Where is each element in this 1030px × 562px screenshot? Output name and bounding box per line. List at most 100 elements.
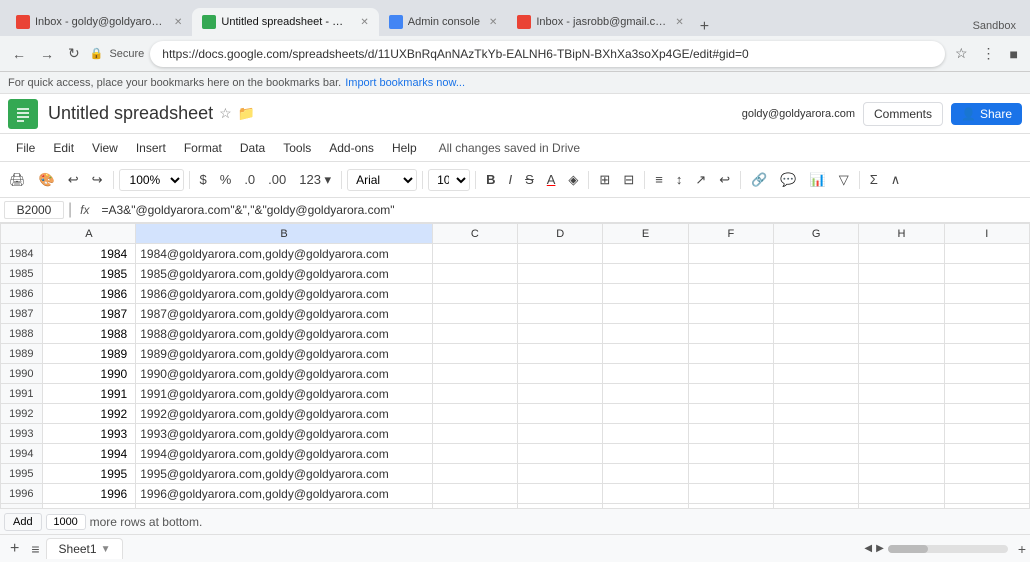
cell-empty[interactable] (774, 464, 859, 484)
add-rows-button[interactable]: Add (4, 513, 42, 531)
cell-empty[interactable] (432, 284, 517, 304)
cell-empty[interactable] (774, 264, 859, 284)
align-v-button[interactable]: ↕ (671, 169, 688, 190)
tab-close-admin[interactable]: ✕ (489, 17, 497, 28)
menu-help[interactable]: Help (384, 138, 425, 158)
scroll-right-button[interactable]: ▶ (876, 543, 884, 554)
cell-empty[interactable] (859, 264, 944, 284)
cell-empty[interactable] (859, 464, 944, 484)
share-button[interactable]: 👤 Share (951, 103, 1022, 125)
cell-empty[interactable] (774, 384, 859, 404)
import-bookmarks-link[interactable]: Import bookmarks now... (345, 77, 465, 89)
cell-b[interactable]: 1995@goldyarora.com,goldy@goldyarora.com (136, 464, 433, 484)
cell-empty[interactable] (432, 484, 517, 504)
decimal-increase-button[interactable]: .00 (263, 169, 291, 190)
formula-input[interactable] (98, 202, 1027, 218)
cell-empty[interactable] (603, 264, 688, 284)
cell-a[interactable]: 1994 (42, 444, 136, 464)
undo-button[interactable]: ↩ (63, 169, 84, 191)
cell-empty[interactable] (432, 444, 517, 464)
cell-empty[interactable] (432, 324, 517, 344)
scroll-track[interactable] (888, 545, 1008, 553)
menu-insert[interactable]: Insert (128, 138, 174, 158)
cell-empty[interactable] (688, 304, 773, 324)
cell-empty[interactable] (774, 444, 859, 464)
cell-empty[interactable] (859, 484, 944, 504)
menu-edit[interactable]: Edit (45, 138, 82, 158)
col-header-e[interactable]: E (603, 224, 688, 244)
cell-empty[interactable] (432, 264, 517, 284)
tab-close-gmail[interactable]: ✕ (174, 17, 182, 28)
zoom-select[interactable]: 100% (119, 169, 184, 191)
cell-empty[interactable] (688, 484, 773, 504)
cell-empty[interactable] (774, 304, 859, 324)
table-row[interactable]: 198619861986@goldyarora.com,goldy@goldya… (1, 284, 1030, 304)
currency-button[interactable]: $ (195, 169, 212, 190)
cell-a[interactable]: 1985 (42, 264, 136, 284)
font-size-select[interactable]: 10 (428, 169, 470, 191)
table-row[interactable]: 199519951995@goldyarora.com,goldy@goldya… (1, 464, 1030, 484)
table-row[interactable]: 199619961996@goldyarora.com,goldy@goldya… (1, 484, 1030, 504)
cell-empty[interactable] (944, 444, 1029, 464)
wrap-button[interactable]: ↩ (714, 169, 735, 191)
star-title-icon[interactable]: ☆ (219, 105, 232, 122)
cell-empty[interactable] (774, 404, 859, 424)
formula-button[interactable]: Σ (865, 169, 883, 190)
cell-empty[interactable] (688, 364, 773, 384)
col-header-b[interactable]: B (136, 224, 433, 244)
cell-empty[interactable] (944, 304, 1029, 324)
menu-format[interactable]: Format (176, 138, 230, 158)
menu-data[interactable]: Data (232, 138, 273, 158)
cell-empty[interactable] (944, 284, 1029, 304)
col-header-a[interactable]: A (42, 224, 136, 244)
cell-empty[interactable] (859, 324, 944, 344)
cell-b[interactable]: 1988@goldyarora.com,goldy@goldyarora.com (136, 324, 433, 344)
text-color-button[interactable]: A (542, 169, 561, 190)
more-formats-button[interactable]: 123 ▾ (294, 169, 336, 191)
cell-a[interactable]: 1993 (42, 424, 136, 444)
cell-b[interactable]: 1987@goldyarora.com,goldy@goldyarora.com (136, 304, 433, 324)
col-header-g[interactable]: G (774, 224, 859, 244)
cell-empty[interactable] (432, 344, 517, 364)
explore-button[interactable]: + (1018, 541, 1026, 557)
cell-empty[interactable] (603, 244, 688, 264)
sheet-tab-sheet1[interactable]: Sheet1 ▼ (46, 538, 124, 559)
cell-empty[interactable] (518, 444, 603, 464)
cell-empty[interactable] (859, 364, 944, 384)
cell-b[interactable]: 1990@goldyarora.com,goldy@goldyarora.com (136, 364, 433, 384)
cell-empty[interactable] (603, 344, 688, 364)
cell-empty[interactable] (518, 244, 603, 264)
cell-empty[interactable] (688, 284, 773, 304)
cell-a[interactable]: 1988 (42, 324, 136, 344)
cell-empty[interactable] (944, 324, 1029, 344)
cell-empty[interactable] (603, 304, 688, 324)
cell-empty[interactable] (774, 284, 859, 304)
cell-a[interactable]: 1986 (42, 284, 136, 304)
cell-empty[interactable] (944, 404, 1029, 424)
cell-empty[interactable] (688, 384, 773, 404)
cell-empty[interactable] (944, 484, 1029, 504)
cell-empty[interactable] (603, 404, 688, 424)
col-header-h[interactable]: H (859, 224, 944, 244)
bold-button[interactable]: B (481, 169, 500, 190)
borders-button[interactable]: ⊞ (594, 169, 615, 191)
cell-empty[interactable] (603, 484, 688, 504)
cell-empty[interactable] (518, 484, 603, 504)
cell-empty[interactable] (432, 384, 517, 404)
table-row[interactable]: 198719871987@goldyarora.com,goldy@goldya… (1, 304, 1030, 324)
table-row[interactable]: 198519851985@goldyarora.com,goldy@goldya… (1, 264, 1030, 284)
cell-empty[interactable] (774, 484, 859, 504)
cell-empty[interactable] (603, 364, 688, 384)
cell-b[interactable]: 1994@goldyarora.com,goldy@goldyarora.com (136, 444, 433, 464)
align-h-button[interactable]: ≡ (650, 169, 668, 190)
address-input[interactable] (150, 41, 945, 67)
merge-button[interactable]: ⊟ (618, 169, 639, 191)
table-row[interactable]: 199419941994@goldyarora.com,goldy@goldya… (1, 444, 1030, 464)
table-row[interactable]: 199019901990@goldyarora.com,goldy@goldya… (1, 364, 1030, 384)
cell-b[interactable]: 1996@goldyarora.com,goldy@goldyarora.com (136, 484, 433, 504)
expand-button[interactable]: ∧ (886, 169, 906, 191)
cell-empty[interactable] (859, 304, 944, 324)
percent-button[interactable]: % (215, 169, 237, 190)
chart-button[interactable]: 📊 (805, 169, 831, 191)
menu-tools[interactable]: Tools (275, 138, 319, 158)
